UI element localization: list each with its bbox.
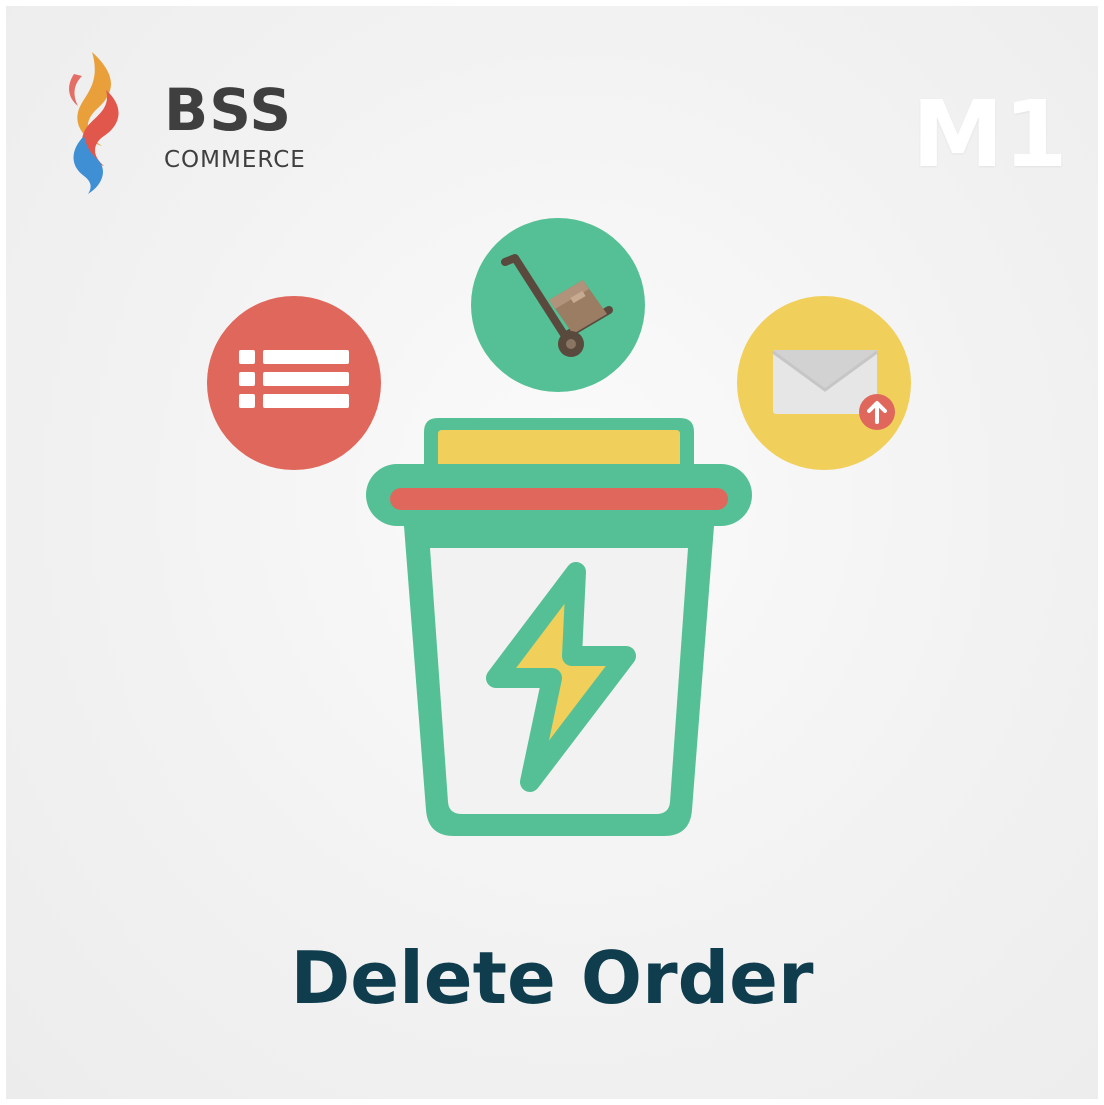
hand-truck-circle xyxy=(471,218,645,392)
brand-name: BSS xyxy=(164,76,293,144)
flame-logo-icon xyxy=(69,52,119,194)
list-icon xyxy=(239,350,349,408)
trash-bin-icon xyxy=(366,418,752,836)
page-title: Delete Order xyxy=(290,936,814,1020)
mail-circle xyxy=(737,296,911,470)
hand-truck-icon xyxy=(501,254,613,357)
list-circle xyxy=(207,296,381,470)
bss-commerce-logo: BSS COMMERCE xyxy=(62,50,332,200)
version-badge: M1 xyxy=(912,81,1068,188)
brand-subtitle: COMMERCE xyxy=(164,147,306,173)
product-banner: BSS COMMERCE M1 Delete Order xyxy=(0,0,1104,1105)
envelope-upload-icon xyxy=(772,350,895,430)
